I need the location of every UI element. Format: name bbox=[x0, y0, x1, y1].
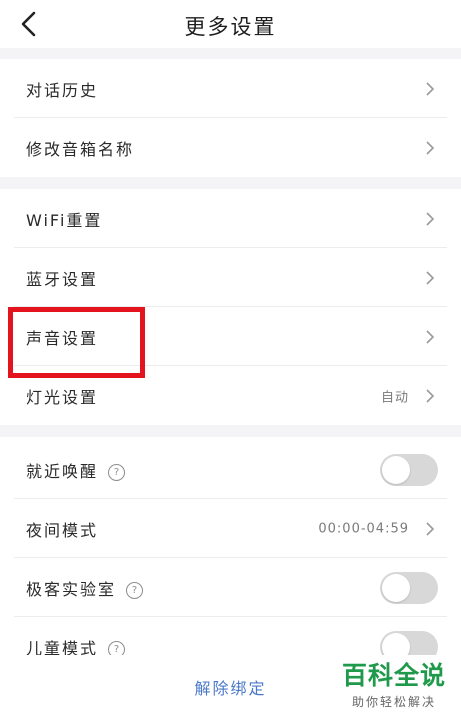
row-label: 就近唤醒? bbox=[26, 458, 126, 482]
chevron-right-icon bbox=[426, 270, 435, 285]
page-title: 更多设置 bbox=[184, 15, 277, 39]
help-icon[interactable]: ? bbox=[126, 581, 144, 599]
row-label: 灯光设置 bbox=[26, 387, 99, 407]
settings-group-features: 就近唤醒? 夜间模式 00:00-04:59 极客实验室? 儿童模式? bbox=[0, 437, 461, 655]
chevron-right-icon bbox=[426, 388, 435, 403]
row-wifi-reset[interactable]: WiFi重置 bbox=[0, 189, 461, 248]
row-label-text: 就近唤醒 bbox=[26, 461, 99, 481]
help-icon[interactable]: ? bbox=[108, 641, 126, 655]
toggle-knob bbox=[382, 455, 410, 484]
toggle-knob bbox=[382, 573, 410, 602]
row-geek-lab: 极客实验室? bbox=[0, 558, 461, 617]
chevron-right-icon bbox=[426, 211, 435, 226]
chevron-right-icon bbox=[426, 329, 435, 344]
top-bar: 更多设置 bbox=[0, 0, 461, 48]
chevron-right-icon bbox=[426, 140, 435, 155]
chevron-right-icon bbox=[426, 521, 435, 536]
watermark-subtitle: 助你轻松解决 bbox=[351, 695, 436, 709]
row-rename-speaker[interactable]: 修改音箱名称 bbox=[0, 118, 461, 177]
row-label-text: 儿童模式 bbox=[26, 639, 99, 655]
row-kids-mode: 儿童模式? bbox=[0, 617, 461, 655]
light-mode-value: 自动 bbox=[380, 390, 409, 405]
row-label: 蓝牙设置 bbox=[26, 269, 99, 289]
row-conversation-history[interactable]: 对话历史 bbox=[0, 59, 461, 118]
row-label: 修改音箱名称 bbox=[26, 139, 135, 159]
night-mode-time-value: 00:00-04:59 bbox=[318, 521, 409, 536]
row-label-text: 极客实验室 bbox=[26, 579, 117, 599]
kids-mode-toggle[interactable] bbox=[380, 631, 438, 655]
chevron-right-icon bbox=[426, 81, 435, 96]
row-label: 对话历史 bbox=[26, 80, 99, 100]
row-label: 极客实验室? bbox=[26, 576, 144, 600]
row-nearby-wake: 就近唤醒? bbox=[0, 440, 461, 499]
help-icon[interactable]: ? bbox=[108, 463, 126, 481]
row-bluetooth-settings[interactable]: 蓝牙设置 bbox=[0, 248, 461, 307]
row-label: 夜间模式 bbox=[26, 520, 99, 540]
geek-lab-toggle[interactable] bbox=[380, 571, 438, 604]
row-label: 儿童模式? bbox=[26, 635, 126, 655]
watermark-logo: 百科全说 助你轻松解决 bbox=[333, 656, 455, 710]
toggle-knob bbox=[382, 633, 410, 655]
settings-group-general: 对话历史 修改音箱名称 bbox=[0, 59, 461, 177]
annotation-highlight-box bbox=[8, 307, 145, 378]
row-night-mode[interactable]: 夜间模式 00:00-04:59 bbox=[0, 499, 461, 558]
row-label: WiFi重置 bbox=[26, 210, 103, 230]
watermark-title: 百科全说 bbox=[341, 661, 446, 690]
nearby-wake-toggle[interactable] bbox=[380, 453, 438, 486]
